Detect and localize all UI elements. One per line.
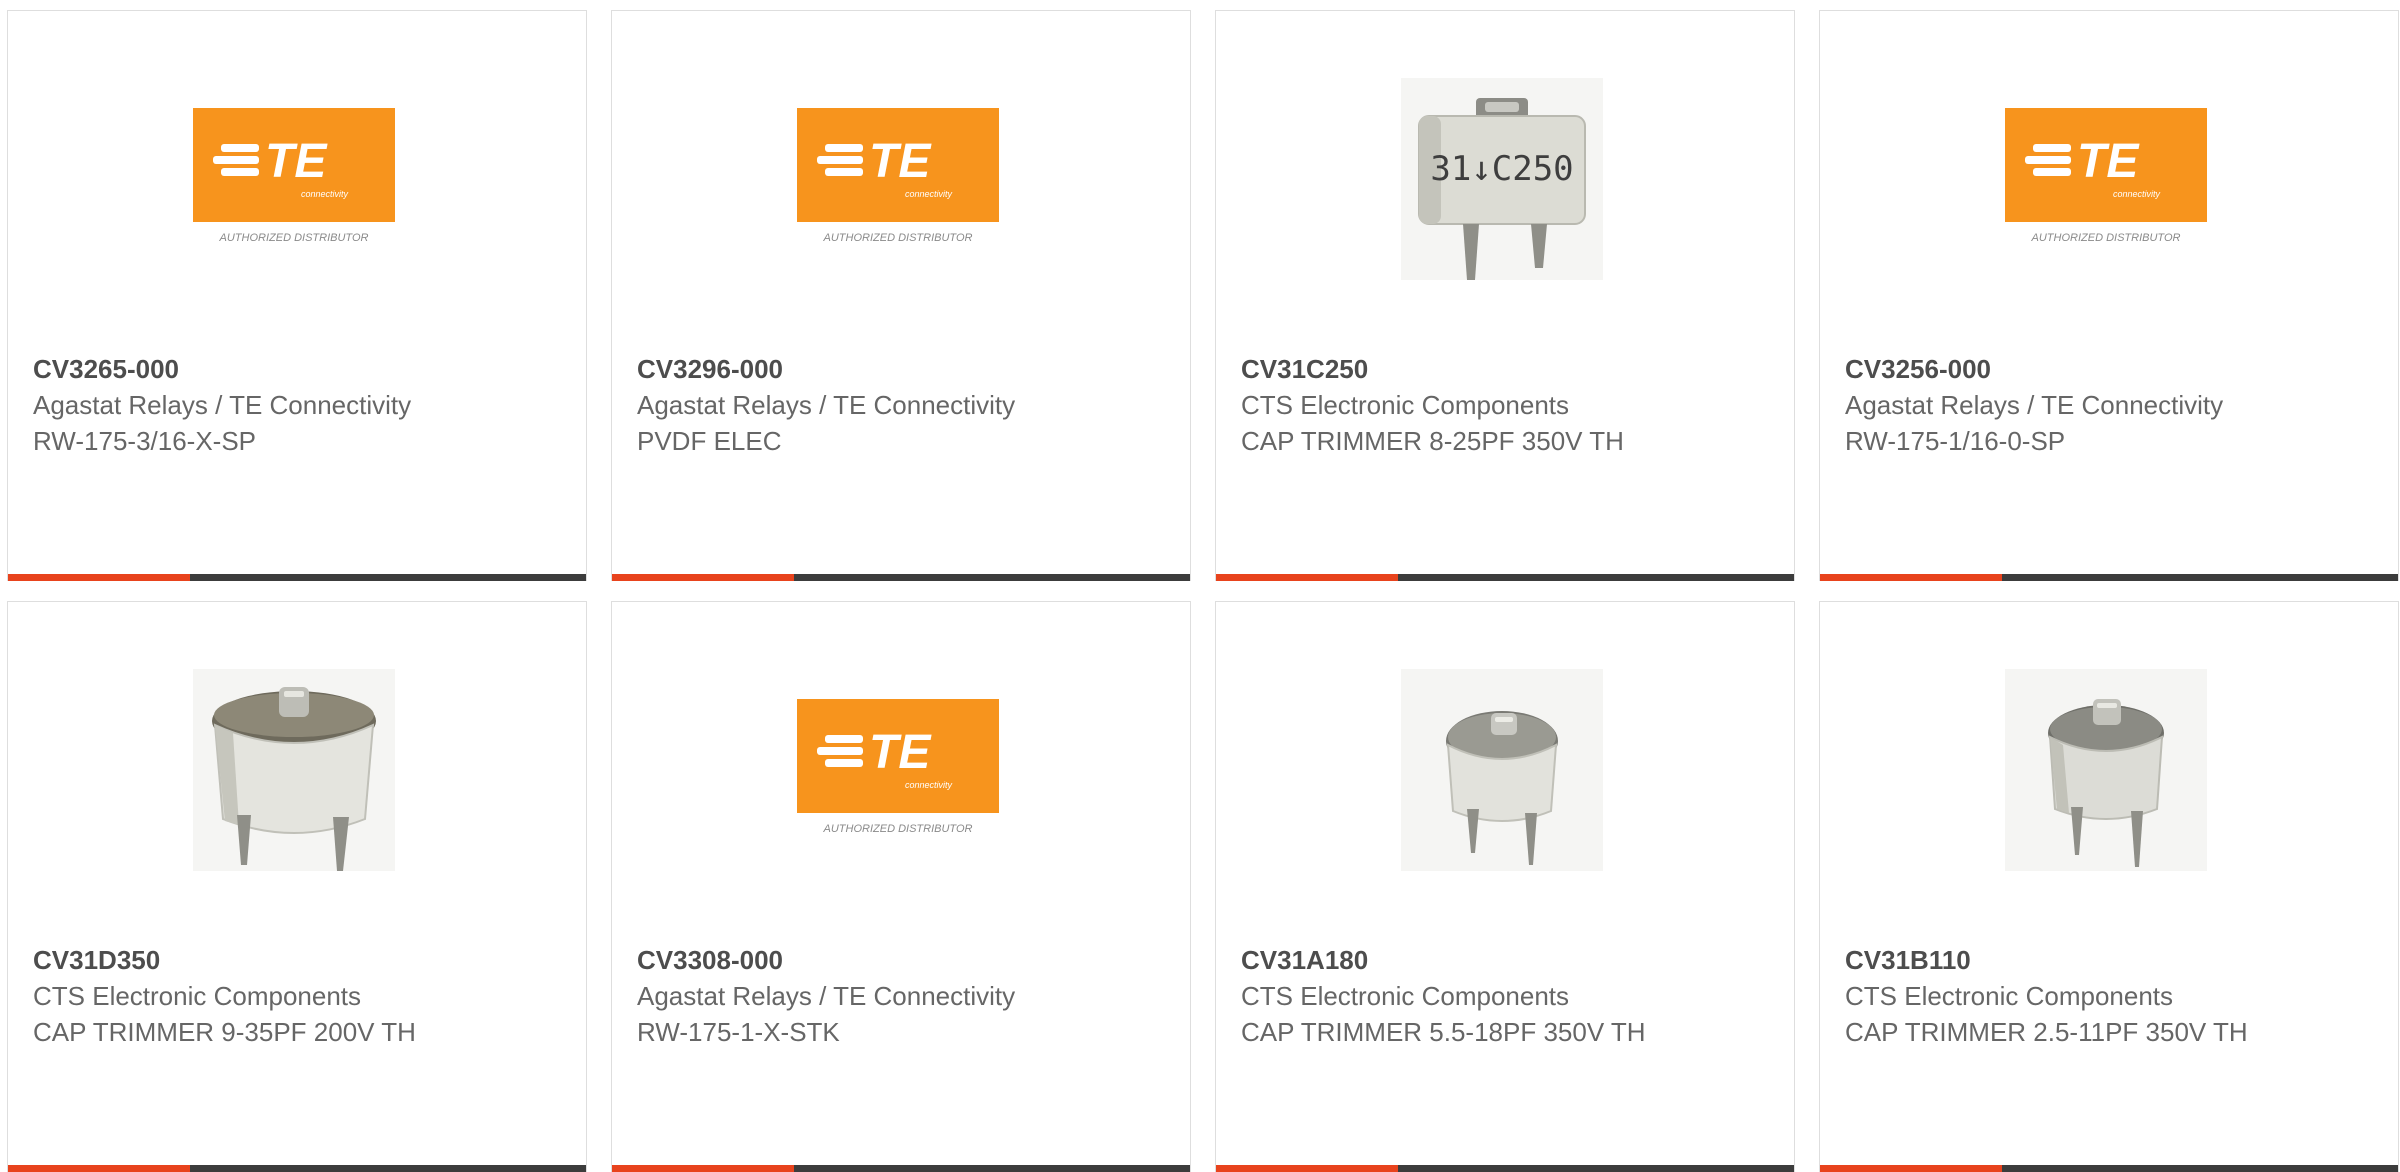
card-bottom-bar	[612, 574, 1190, 581]
product-description: RW-175-1-X-STK	[637, 1017, 840, 1047]
manufacturer-name: Agastat Relays / TE Connectivity	[637, 981, 1016, 1011]
svg-text:AUTHORIZED DISTRIBUTOR: AUTHORIZED DISTRIBUTOR	[823, 232, 973, 244]
svg-text:connectivity: connectivity	[301, 189, 349, 199]
card-accent-bar	[8, 574, 190, 581]
product-image[interactable]: TE connectivity AUTHORIZED DISTRIBUTOR	[193, 78, 395, 280]
product-card[interactable]: TE connectivity AUTHORIZED DISTRIBUTOR C…	[611, 10, 1191, 581]
card-accent-bar	[1820, 1165, 2002, 1172]
manufacturer-name: CTS Electronic Components	[1241, 390, 1570, 420]
product-info: CV3256-000 Agastat Relays / TE Connectiv…	[1845, 351, 2295, 459]
product-description: RW-175-1/16-0-SP	[1845, 426, 2066, 456]
manufacturer-name: CTS Electronic Components	[1845, 981, 2174, 1011]
manufacturer-name: CTS Electronic Components	[33, 981, 362, 1011]
product-image[interactable]: TE connectivity AUTHORIZED DISTRIBUTOR	[797, 78, 999, 280]
svg-text:AUTHORIZED DISTRIBUTOR: AUTHORIZED DISTRIBUTOR	[219, 232, 369, 244]
part-number-link[interactable]: CV31B110	[1845, 942, 2295, 978]
te-logo-icon: TE connectivity AUTHORIZED DISTRIBUTOR	[797, 699, 999, 835]
card-accent-bar	[612, 1165, 794, 1172]
manufacturer-name: Agastat Relays / TE Connectivity	[33, 390, 412, 420]
part-number-link[interactable]: CV31A180	[1241, 942, 1691, 978]
card-accent-bar	[1216, 1165, 1398, 1172]
card-bottom-bar	[1820, 574, 2398, 581]
card-bottom-bar	[1216, 1165, 1794, 1172]
te-logo-icon: TE connectivity AUTHORIZED DISTRIBUTOR	[193, 108, 395, 244]
product-image[interactable]	[2005, 669, 2207, 871]
trimmer-capacitor-icon	[193, 669, 395, 871]
card-bottom-bar	[8, 1165, 586, 1172]
product-info: CV3265-000 Agastat Relays / TE Connectiv…	[33, 351, 483, 459]
product-card[interactable]: 31↓C250 CV31C250 CTS Electronic Componen…	[1215, 10, 1795, 581]
trimmer-capacitor-icon	[1401, 669, 1603, 871]
product-description: RW-175-3/16-X-SP	[33, 426, 257, 456]
svg-text:31↓C250: 31↓C250	[1430, 149, 1573, 189]
part-number-link[interactable]: CV31C250	[1241, 351, 1691, 387]
product-info: CV3296-000 Agastat Relays / TE Connectiv…	[637, 351, 1087, 459]
manufacturer-name: Agastat Relays / TE Connectivity	[637, 390, 1016, 420]
svg-text:TE: TE	[265, 135, 328, 188]
product-image[interactable]: TE connectivity AUTHORIZED DISTRIBUTOR	[2005, 78, 2207, 280]
card-accent-bar	[612, 574, 794, 581]
product-info: CV31A180 CTS Electronic Components CAP T…	[1241, 942, 1691, 1050]
svg-text:connectivity: connectivity	[905, 780, 953, 790]
product-info: CV31B110 CTS Electronic Components CAP T…	[1845, 942, 2295, 1050]
product-card[interactable]: TE connectivity AUTHORIZED DISTRIBUTOR C…	[1819, 10, 2399, 581]
product-card[interactable]: TE connectivity AUTHORIZED DISTRIBUTOR C…	[611, 601, 1191, 1172]
part-number-link[interactable]: CV3308-000	[637, 942, 1087, 978]
card-bottom-bar	[8, 574, 586, 581]
product-description: PVDF ELEC	[637, 426, 782, 456]
trimmer-capacitor-icon	[2005, 669, 2207, 871]
product-grid: TE connectivity AUTHORIZED DISTRIBUTOR C…	[7, 10, 2400, 1172]
card-accent-bar	[8, 1165, 190, 1172]
product-image[interactable]	[193, 669, 395, 871]
trimmer-capacitor-icon: 31↓C250	[1401, 78, 1603, 280]
product-info: CV31C250 CTS Electronic Components CAP T…	[1241, 351, 1691, 459]
product-image[interactable]: 31↓C250	[1401, 78, 1603, 280]
svg-text:TE: TE	[869, 135, 932, 188]
product-card[interactable]: CV31D350 CTS Electronic Components CAP T…	[7, 601, 587, 1172]
part-number-link[interactable]: CV31D350	[33, 942, 483, 978]
svg-text:AUTHORIZED DISTRIBUTOR: AUTHORIZED DISTRIBUTOR	[2031, 232, 2181, 244]
svg-text:connectivity: connectivity	[2113, 189, 2161, 199]
product-image[interactable]	[1401, 669, 1603, 871]
manufacturer-name: Agastat Relays / TE Connectivity	[1845, 390, 2224, 420]
product-description: CAP TRIMMER 9-35PF 200V TH	[33, 1017, 416, 1047]
product-card[interactable]: CV31B110 CTS Electronic Components CAP T…	[1819, 601, 2399, 1172]
te-logo-icon: TE connectivity AUTHORIZED DISTRIBUTOR	[797, 108, 999, 244]
te-logo-icon: TE connectivity AUTHORIZED DISTRIBUTOR	[2005, 108, 2207, 244]
part-number-link[interactable]: CV3265-000	[33, 351, 483, 387]
part-number-link[interactable]: CV3296-000	[637, 351, 1087, 387]
product-card[interactable]: CV31A180 CTS Electronic Components CAP T…	[1215, 601, 1795, 1172]
manufacturer-name: CTS Electronic Components	[1241, 981, 1570, 1011]
svg-text:TE: TE	[869, 726, 932, 779]
svg-text:connectivity: connectivity	[905, 189, 953, 199]
card-bottom-bar	[1820, 1165, 2398, 1172]
card-accent-bar	[1820, 574, 2002, 581]
svg-text:AUTHORIZED DISTRIBUTOR: AUTHORIZED DISTRIBUTOR	[823, 823, 973, 835]
product-description: CAP TRIMMER 8-25PF 350V TH	[1241, 426, 1624, 456]
product-description: CAP TRIMMER 2.5-11PF 350V TH	[1845, 1017, 2248, 1047]
product-image[interactable]: TE connectivity AUTHORIZED DISTRIBUTOR	[797, 669, 999, 871]
product-card[interactable]: TE connectivity AUTHORIZED DISTRIBUTOR C…	[7, 10, 587, 581]
part-number-link[interactable]: CV3256-000	[1845, 351, 2295, 387]
product-info: CV31D350 CTS Electronic Components CAP T…	[33, 942, 483, 1050]
product-description: CAP TRIMMER 5.5-18PF 350V TH	[1241, 1017, 1646, 1047]
svg-text:TE: TE	[2077, 135, 2140, 188]
card-bottom-bar	[1216, 574, 1794, 581]
product-info: CV3308-000 Agastat Relays / TE Connectiv…	[637, 942, 1087, 1050]
card-accent-bar	[1216, 574, 1398, 581]
card-bottom-bar	[612, 1165, 1190, 1172]
